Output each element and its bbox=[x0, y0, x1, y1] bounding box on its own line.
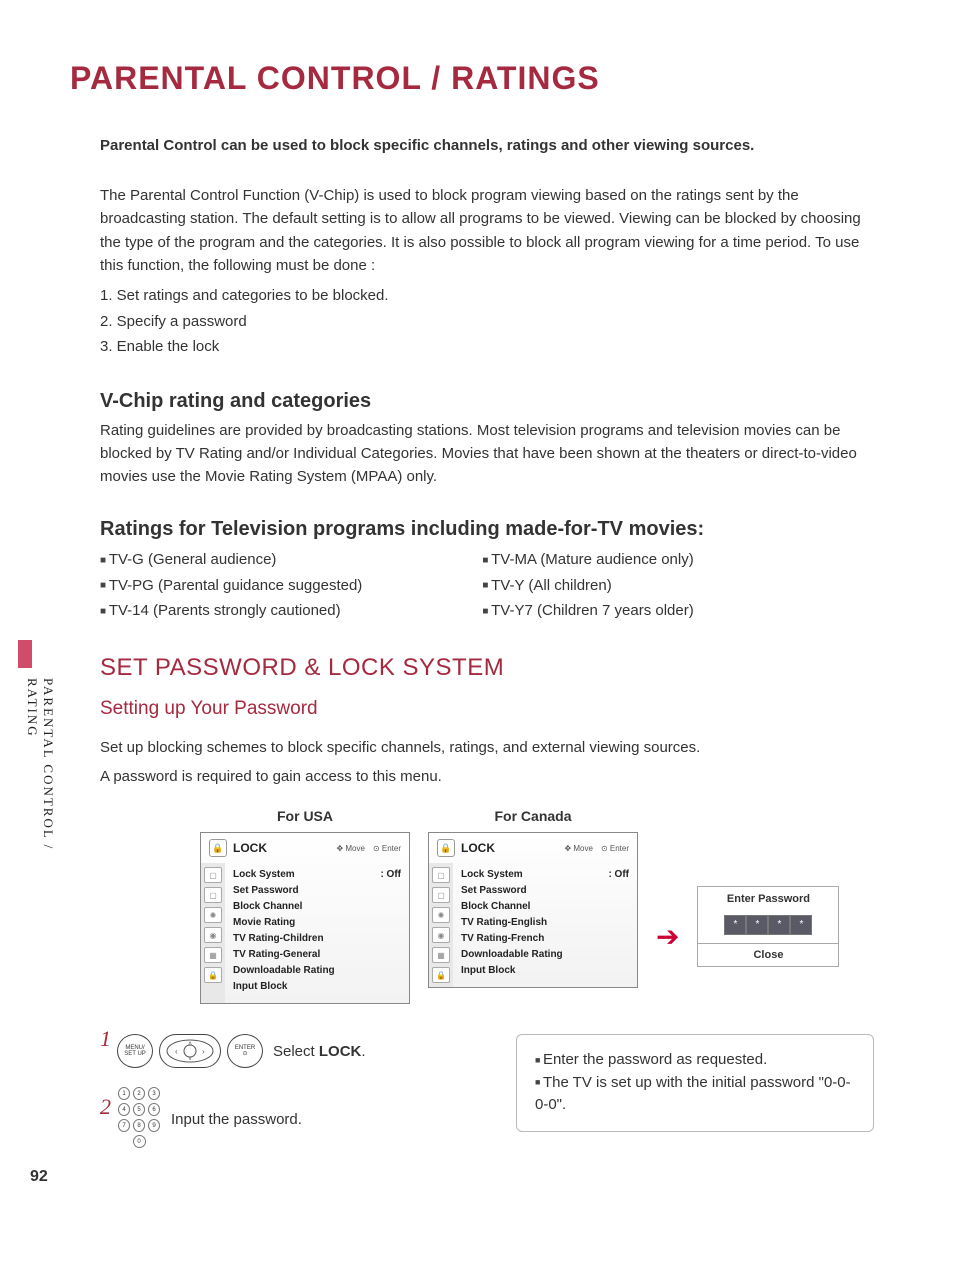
menu-screenshots-row: For USA 🔒 LOCK ✥ Move ⊙ Enter ▢ ▢ ✺ ◉ bbox=[200, 808, 874, 1004]
page-number: 92 bbox=[30, 1168, 48, 1186]
menu-item-value: : Off bbox=[608, 867, 629, 883]
menu-icon: ✺ bbox=[432, 907, 450, 923]
menu-usa-box: 🔒 LOCK ✥ Move ⊙ Enter ▢ ▢ ✺ ◉ ▦ 🔒 bbox=[200, 832, 410, 1004]
menu-item: TV Rating-French bbox=[461, 931, 544, 947]
info-line: Enter the password as requested. bbox=[535, 1049, 855, 1072]
rating-item: TV-Y (All children) bbox=[482, 573, 693, 599]
rating-item: TV-PG (Parental guidance suggested) bbox=[100, 573, 362, 599]
lock-icon: 🔒 bbox=[437, 839, 455, 857]
menu-icon: ◉ bbox=[432, 927, 450, 943]
vchip-heading: V-Chip rating and categories bbox=[100, 390, 874, 413]
remote-nav-button: ‹ › ˄ ˅ bbox=[159, 1034, 221, 1068]
menu-item: TV Rating-Children bbox=[233, 931, 324, 947]
menu-item: TV Rating-General bbox=[233, 947, 320, 963]
menu-item: Set Password bbox=[461, 883, 527, 899]
side-tab-text: PARENTAL CONTROL / RATING bbox=[24, 678, 56, 915]
pw-digit: * bbox=[746, 915, 768, 935]
menu-icon: ▢ bbox=[204, 887, 222, 903]
menu-icon: ▢ bbox=[204, 867, 222, 883]
menu-sidebar-icons: ▢ ▢ ✺ ◉ ▦ 🔒 bbox=[429, 863, 453, 987]
menu-icon: ▦ bbox=[432, 947, 450, 963]
menu-icon: ▢ bbox=[432, 867, 450, 883]
pw-digit: * bbox=[724, 915, 746, 935]
menu-item: Lock System bbox=[461, 867, 523, 883]
rating-item: TV-14 (Parents strongly cautioned) bbox=[100, 598, 362, 624]
menu-item: Input Block bbox=[461, 963, 515, 979]
menu-header-move: Move bbox=[573, 844, 593, 853]
rating-item: TV-G (General audience) bbox=[100, 547, 362, 573]
menu-item: Block Channel bbox=[461, 899, 530, 915]
side-tab: PARENTAL CONTROL / RATING bbox=[24, 660, 44, 915]
svg-text:˄: ˄ bbox=[188, 1041, 192, 1048]
lock-icon: 🔒 bbox=[204, 967, 222, 983]
svg-text:›: › bbox=[202, 1047, 205, 1056]
menu-item: Movie Rating bbox=[233, 915, 295, 931]
step-item: 2. Specify a password bbox=[100, 309, 874, 335]
procedure-step-1: 1 MENU/ SET UP ‹ › ˄ ˅ ENTER ⊙ Select LO… bbox=[100, 1034, 476, 1068]
menu-item: TV Rating-English bbox=[461, 915, 547, 931]
page-title: PARENTAL CONTROL / RATINGS bbox=[70, 60, 874, 97]
intro-paragraph: The Parental Control Function (V-Chip) i… bbox=[100, 184, 874, 277]
menu-item: Downloadable Rating bbox=[233, 963, 335, 979]
step-number: 2 bbox=[100, 1094, 111, 1120]
menu-canada-label: For Canada bbox=[428, 808, 638, 824]
step-number: 1 bbox=[100, 1026, 111, 1052]
menu-item: Lock System bbox=[233, 867, 295, 883]
menu-icon: ◉ bbox=[204, 927, 222, 943]
menu-item: Set Password bbox=[233, 883, 299, 899]
menu-item-value: : Off bbox=[380, 867, 401, 883]
ratings-columns: TV-G (General audience) TV-PG (Parental … bbox=[100, 547, 874, 624]
menu-header-title: LOCK bbox=[461, 841, 495, 855]
vchip-body: Rating guidelines are provided by broadc… bbox=[100, 419, 874, 489]
step-1-text: Select LOCK. bbox=[273, 1043, 366, 1060]
menu-usa-label: For USA bbox=[200, 808, 410, 824]
menu-header-enter: Enter bbox=[610, 844, 629, 853]
setpw-p1: Set up blocking schemes to block specifi… bbox=[100, 736, 874, 759]
setpw-p2: A password is required to gain access to… bbox=[100, 765, 874, 788]
menu-icon: ▦ bbox=[204, 947, 222, 963]
menu-icon: ✺ bbox=[204, 907, 222, 923]
intro-bold: Parental Control can be used to block sp… bbox=[100, 137, 874, 154]
procedure-row: 1 MENU/ SET UP ‹ › ˄ ˅ ENTER ⊙ Select LO… bbox=[100, 1034, 874, 1170]
pw-popup-title: Enter Password bbox=[698, 887, 838, 911]
menu-header-enter: Enter bbox=[382, 844, 401, 853]
info-box: Enter the password as requested. The TV … bbox=[516, 1034, 874, 1132]
svg-text:‹: ‹ bbox=[175, 1047, 178, 1056]
lock-icon: 🔒 bbox=[209, 839, 227, 857]
menu-sidebar-icons: ▢ ▢ ✺ ◉ ▦ 🔒 bbox=[201, 863, 225, 1003]
procedure-step-2: 2 123 456 789 0 Input the password. bbox=[100, 1086, 476, 1152]
set-password-sub: Setting up Your Password bbox=[100, 698, 874, 720]
svg-text:˅: ˅ bbox=[188, 1056, 192, 1063]
menu-item: Input Block bbox=[233, 979, 287, 995]
intro-steps: 1. Set ratings and categories to be bloc… bbox=[100, 283, 874, 360]
menu-icon: ▢ bbox=[432, 887, 450, 903]
menu-header-move: Move bbox=[345, 844, 365, 853]
remote-numpad-icon: 123 456 789 0 bbox=[117, 1086, 161, 1152]
menu-item: Downloadable Rating bbox=[461, 947, 563, 963]
arrow-right-icon: ➔ bbox=[656, 920, 679, 953]
menu-header-title: LOCK bbox=[233, 841, 267, 855]
step-item: 3. Enable the lock bbox=[100, 334, 874, 360]
remote-enter-button: ENTER ⊙ bbox=[227, 1034, 263, 1068]
lock-icon: 🔒 bbox=[432, 967, 450, 983]
info-line: The TV is set up with the initial passwo… bbox=[535, 1072, 855, 1117]
menu-item: Block Channel bbox=[233, 899, 302, 915]
set-password-heading: SET PASSWORD & LOCK SYSTEM bbox=[100, 654, 874, 682]
side-tab-accent bbox=[18, 640, 32, 668]
pw-digit: * bbox=[768, 915, 790, 935]
pw-popup-close: Close bbox=[698, 943, 838, 966]
remote-menu-button: MENU/ SET UP bbox=[117, 1034, 153, 1068]
ratings-heading: Ratings for Television programs includin… bbox=[100, 518, 874, 541]
step-2-text: Input the password. bbox=[171, 1111, 302, 1128]
menu-canada-box: 🔒 LOCK ✥ Move ⊙ Enter ▢ ▢ ✺ ◉ ▦ 🔒 bbox=[428, 832, 638, 988]
rating-item: TV-Y7 (Children 7 years older) bbox=[482, 598, 693, 624]
rating-item: TV-MA (Mature audience only) bbox=[482, 547, 693, 573]
enter-password-popup: Enter Password * * * * Close bbox=[697, 886, 839, 967]
pw-digit: * bbox=[790, 915, 812, 935]
step-item: 1. Set ratings and categories to be bloc… bbox=[100, 283, 874, 309]
